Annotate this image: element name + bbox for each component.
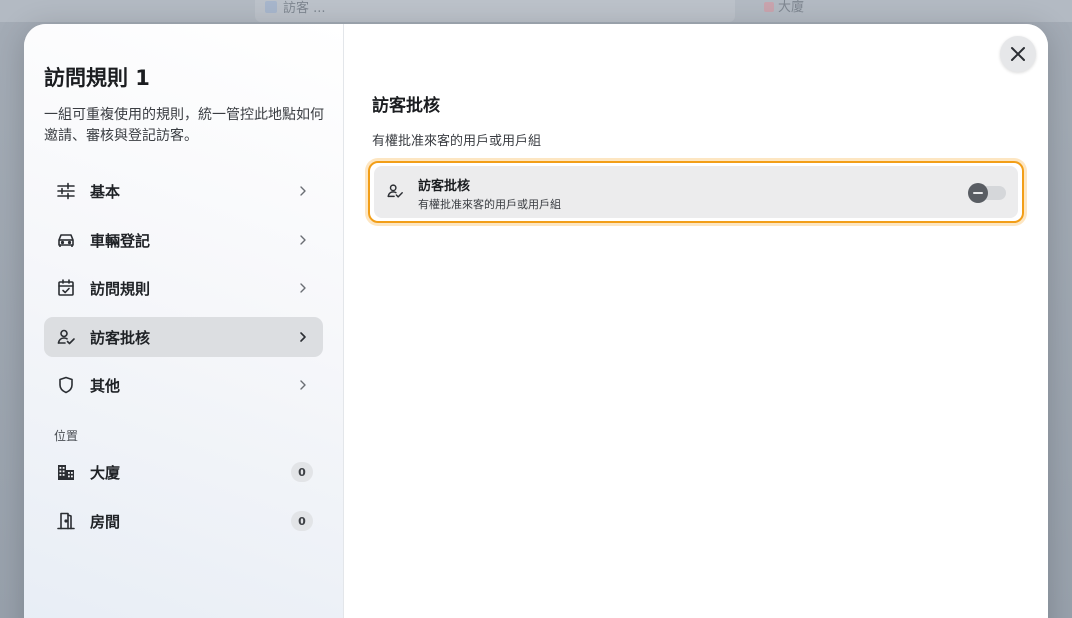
toggle-knob: [968, 183, 988, 203]
calendar-check-icon: [56, 278, 76, 298]
location-section-label: 位置: [54, 429, 79, 443]
background-tab: 大廈: [750, 0, 810, 20]
sidebar-item-label: 基本: [90, 182, 121, 201]
chevron-right-icon: [299, 379, 309, 391]
chevron-right-icon: [299, 234, 309, 246]
sidebar-item-vehicle-registration[interactable]: 車輛登記: [44, 220, 323, 260]
sidebar-item-room[interactable]: 房間 0: [44, 501, 323, 541]
visitor-approval-toggle[interactable]: [968, 183, 1006, 203]
access-rule-modal: 訪問規則 1 一組可重複使用的規則，統一管控此地點如何邀請、審核與登記訪客。 基…: [24, 24, 1048, 618]
sidebar-item-other[interactable]: 其他: [44, 365, 323, 405]
minus-icon: [973, 192, 983, 194]
sidebar-item-label: 訪客批核: [90, 328, 151, 347]
close-button[interactable]: [1000, 36, 1036, 72]
card-subtitle: 有權批准來客的用戶或用戶組: [418, 198, 561, 211]
user-check-icon: [56, 327, 76, 347]
sidebar-item-label: 房間: [90, 512, 121, 531]
close-icon: [1011, 47, 1025, 61]
chevron-right-icon: [299, 185, 309, 197]
background-tab-icon: [764, 2, 774, 12]
door-icon: [56, 511, 76, 531]
background-search-icon: [265, 1, 277, 13]
count-badge: 0: [291, 511, 313, 531]
shield-icon: [56, 375, 76, 395]
main-content: 訪客批核 有權批准來客的用戶或用戶組 訪客批核 有權批准來客的用戶或用戶組: [344, 24, 1048, 618]
sidebar-item-label: 其他: [90, 376, 121, 395]
sidebar-item-visit-rules[interactable]: 訪問規則: [44, 268, 323, 308]
sliders-icon: [56, 181, 76, 201]
sidebar-item-label: 訪問規則: [90, 279, 151, 298]
sidebar-item-building[interactable]: 大廈 0: [44, 452, 323, 492]
sidebar-item-visitor-approval[interactable]: 訪客批核: [44, 317, 323, 357]
section-title: 訪客批核: [372, 96, 440, 116]
chevron-right-icon: [299, 282, 309, 294]
background-search: 訪客 ...: [255, 0, 735, 22]
background-tab-text: 大廈: [778, 0, 805, 15]
sidebar: 訪問規則 1 一組可重複使用的規則，統一管控此地點如何邀請、審核與登記訪客。 基…: [24, 24, 344, 618]
chevron-right-icon: [299, 331, 309, 343]
user-check-icon: [386, 182, 406, 202]
sidebar-description: 一組可重複使用的規則，統一管控此地點如何邀請、審核與登記訪客。: [44, 107, 324, 144]
background-search-text: 訪客 ...: [283, 1, 326, 16]
car-icon: [56, 230, 76, 250]
building-icon: [56, 462, 76, 482]
visitor-approval-card[interactable]: 訪客批核 有權批准來客的用戶或用戶組: [374, 166, 1018, 218]
sidebar-item-label: 大廈: [90, 463, 121, 482]
page-title: 訪問規則 1: [44, 66, 150, 90]
sidebar-item-basic[interactable]: 基本: [44, 171, 323, 211]
card-title: 訪客批核: [418, 179, 471, 194]
section-description: 有權批准來客的用戶或用戶組: [372, 134, 542, 149]
sidebar-item-label: 車輛登記: [90, 231, 151, 250]
count-badge: 0: [291, 462, 313, 482]
